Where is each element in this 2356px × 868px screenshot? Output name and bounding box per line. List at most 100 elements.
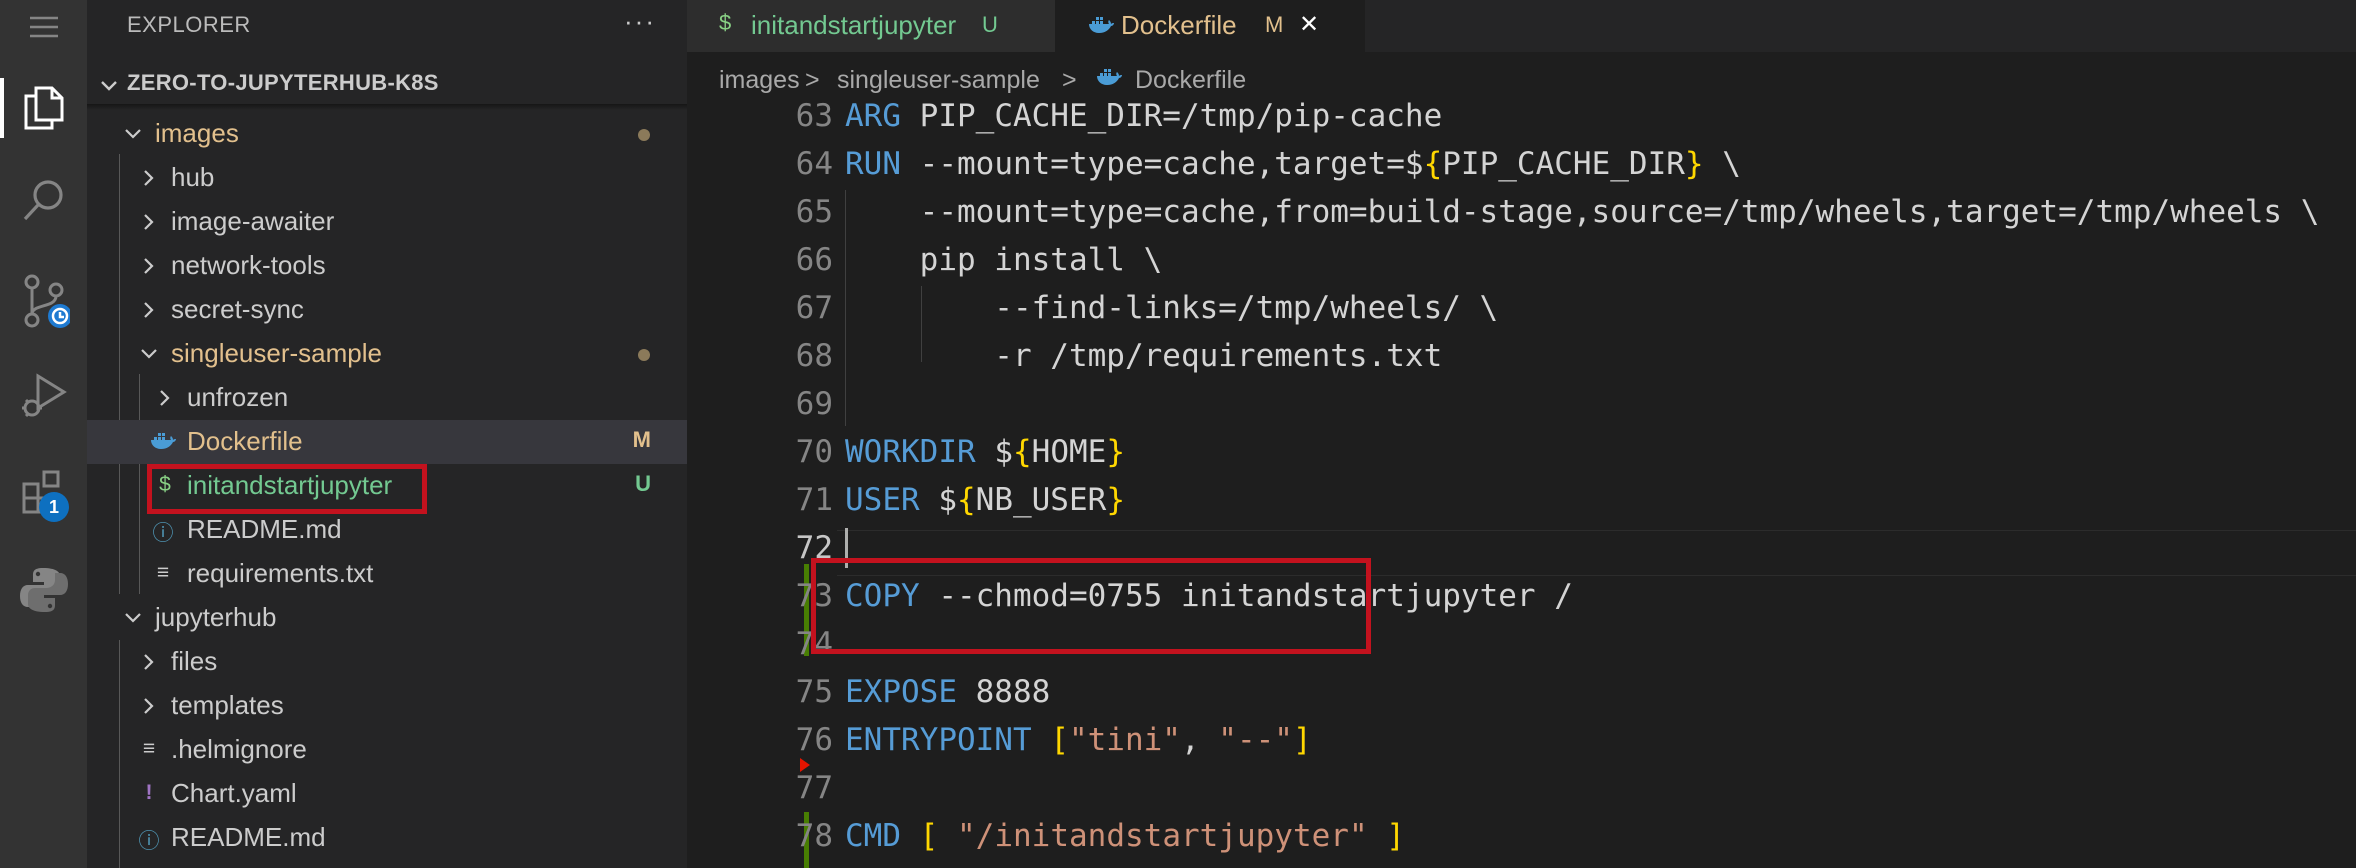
- bracket: [: [1050, 722, 1069, 758]
- code-text: PIP_CACHE_DIR: [1442, 146, 1685, 182]
- code-line-70: WORKDIR ${HOME}: [845, 434, 1125, 470]
- tree-folder-network-tools[interactable]: network-tools: [87, 244, 687, 288]
- line-number: 65: [795, 194, 833, 230]
- info-icon: ⓘ: [152, 522, 174, 545]
- code-editor[interactable]: 63 64 65 66 67 68 69 70 71 72 73 74 75 7…: [687, 0, 2356, 868]
- code-line-67: --find-links=/tmp/wheels/ \: [845, 290, 1499, 326]
- code-text: --mount=type=cache,target=$: [901, 146, 1424, 182]
- menu-icon[interactable]: [0, 10, 87, 44]
- code-text: \: [1703, 146, 1741, 182]
- chevron-down-icon: [125, 613, 141, 623]
- code-line-64: RUN --mount=type=cache,target=${PIP_CACH…: [845, 146, 1741, 182]
- code-line-78: CMD [ "/initandstartjupyter" ]: [845, 818, 1405, 854]
- explorer-files-icon[interactable]: [0, 82, 87, 134]
- code-text: HOME: [1031, 434, 1107, 470]
- keyword: WORKDIR: [845, 434, 976, 470]
- text-file-icon: ≡: [156, 561, 170, 584]
- code-line-71: USER ${NB_USER}: [845, 482, 1125, 518]
- code-text: NB_USER: [975, 482, 1107, 518]
- more-actions-icon[interactable]: ···: [624, 6, 656, 37]
- highlight-box-code: [811, 558, 1371, 654]
- code-line-66: pip install \: [845, 242, 1163, 278]
- line-number: 63: [795, 98, 833, 134]
- string: "/initandstartjupyter": [957, 818, 1368, 854]
- bracket: ]: [1386, 818, 1405, 854]
- line-number: 68: [795, 338, 833, 374]
- extensions-badge: 1: [39, 492, 69, 522]
- tree-item-label: images: [155, 118, 239, 148]
- chevron-down-icon: [125, 129, 141, 139]
- modified-dot: [638, 349, 650, 361]
- search-icon[interactable]: [0, 175, 87, 225]
- line-number: 70: [795, 434, 833, 470]
- tree-file-readme[interactable]: ⓘ README.md: [87, 508, 687, 552]
- keyword: EXPOSE: [845, 674, 957, 710]
- string: "--": [1218, 722, 1293, 758]
- tree-item-label: jupyterhub: [155, 602, 277, 632]
- tree-folder-secret-sync[interactable]: secret-sync: [87, 288, 687, 332]
- line-number: 75: [795, 674, 833, 710]
- tree-file-helmignore[interactable]: ≡ .helmignore: [87, 728, 687, 772]
- code-line-76: ENTRYPOINT ["tini", "--"]: [845, 722, 1312, 758]
- chevron-right-icon: [144, 258, 154, 274]
- tree-item-label: README.md: [187, 514, 342, 544]
- chevron-down-icon: [101, 81, 117, 91]
- modified-dot: [638, 129, 650, 141]
- code-text: $: [975, 434, 1013, 470]
- bracket: [: [919, 818, 939, 854]
- tree-item-label: network-tools: [171, 250, 326, 280]
- keyword: ENTRYPOINT: [845, 722, 1032, 758]
- project-section-header[interactable]: ZERO-TO-JUPYTERHUB-K8S: [87, 62, 687, 106]
- keyword: RUN: [845, 146, 901, 182]
- explorer-sidebar: EXPLORER ··· ZERO-TO-JUPYTERHUB-K8S imag…: [87, 0, 687, 868]
- bracket: {: [956, 482, 976, 518]
- bracket: {: [1012, 434, 1032, 470]
- tree-file-chart-yaml[interactable]: ! Chart.yaml: [87, 772, 687, 816]
- tree-folder-images[interactable]: images: [87, 112, 687, 156]
- keyword: USER: [845, 482, 920, 518]
- tree-folder-templates[interactable]: templates: [87, 684, 687, 728]
- tree-file-requirements[interactable]: ≡ requirements.txt: [87, 552, 687, 596]
- bracket: }: [1106, 482, 1125, 518]
- tree-folder-image-awaiter[interactable]: image-awaiter: [87, 200, 687, 244]
- editor-area: $ initandstartjupyter U Dockerfile M ✕ i…: [687, 0, 2356, 868]
- tree-file-dockerfile[interactable]: Dockerfile M: [87, 420, 687, 464]
- code-text: PIP_CACHE_DIR=/tmp/pip-cache: [901, 98, 1443, 134]
- bracket: }: [1106, 434, 1125, 470]
- project-name: ZERO-TO-JUPYTERHUB-K8S: [127, 70, 439, 95]
- tree-item-label: hub: [171, 162, 215, 192]
- bracket: ]: [1292, 722, 1312, 758]
- tree-folder-hub[interactable]: hub: [87, 156, 687, 200]
- code-line-65: --mount=type=cache,from=build-stage,sour…: [845, 194, 2320, 230]
- tree-item-label: .helmignore: [171, 734, 307, 764]
- code-text: ,: [1180, 722, 1219, 758]
- tree-folder-unfrozen[interactable]: unfrozen: [87, 376, 687, 420]
- tree-item-label: templates: [171, 690, 284, 720]
- chevron-right-icon: [144, 698, 154, 714]
- tree-folder-jupyterhub[interactable]: jupyterhub: [87, 596, 687, 640]
- keyword: CMD: [845, 818, 901, 854]
- tree-file-readme-jupyterhub[interactable]: ⓘ README.md: [87, 816, 687, 860]
- keyword: ARG: [845, 98, 901, 134]
- line-number: 66: [795, 242, 833, 278]
- explorer-title: EXPLORER: [127, 12, 251, 37]
- chevron-down-icon: [141, 349, 157, 359]
- chevron-right-icon: [144, 654, 154, 670]
- activity-bar: 1: [0, 0, 87, 868]
- string: "tini": [1068, 722, 1181, 758]
- docker-icon: [151, 433, 176, 449]
- bracket: }: [1684, 146, 1704, 182]
- run-debug-icon[interactable]: [0, 370, 87, 422]
- tree-folder-singleuser-sample[interactable]: singleuser-sample: [87, 332, 687, 376]
- yaml-icon: !: [145, 781, 153, 804]
- line-number: 78: [795, 818, 833, 854]
- tree-folder-files[interactable]: files: [87, 640, 687, 684]
- tree-item-label: Chart.yaml: [171, 778, 297, 808]
- tree-item-label: requirements.txt: [187, 558, 374, 588]
- code-text: 8888: [956, 674, 1051, 710]
- python-icon[interactable]: [0, 564, 87, 616]
- tree-item-label: unfrozen: [187, 382, 289, 412]
- source-control-icon[interactable]: [0, 272, 87, 332]
